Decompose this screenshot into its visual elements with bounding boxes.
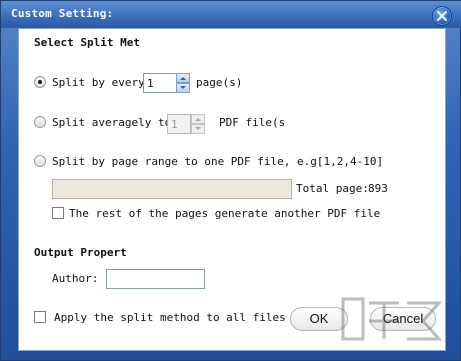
split-averagely-unit: PDF file(s bbox=[219, 116, 286, 129]
total-pages-label: Total page: bbox=[296, 182, 369, 195]
split-averagely-label: Split averagely to bbox=[52, 116, 172, 129]
apply-all-checkbox[interactable] bbox=[34, 311, 46, 323]
window-title: Custom Setting: bbox=[11, 7, 114, 20]
page-range-input[interactable] bbox=[52, 179, 292, 199]
rest-pages-checkbox[interactable] bbox=[52, 207, 64, 219]
spin-down-icon bbox=[195, 127, 201, 130]
spin-up-icon bbox=[195, 118, 201, 121]
spin-up-icon bbox=[180, 77, 186, 80]
spin-down-button[interactable] bbox=[176, 83, 190, 93]
split-every-unit: page(s) bbox=[196, 76, 243, 89]
split-every-input[interactable] bbox=[143, 73, 177, 93]
author-label: Author: bbox=[52, 272, 99, 285]
spin-up-button[interactable] bbox=[191, 114, 205, 124]
split-every-label: Split by every bbox=[52, 76, 145, 89]
split-method-heading: Select Split Met bbox=[34, 36, 140, 49]
close-icon bbox=[437, 11, 447, 21]
watermark-logo-icon bbox=[341, 297, 443, 341]
split-every-radio[interactable] bbox=[34, 76, 46, 88]
title-bar: Custom Setting: bbox=[1, 1, 461, 28]
close-button[interactable] bbox=[432, 6, 452, 26]
split-averagely-radio[interactable] bbox=[34, 116, 46, 128]
split-averagely-spinner[interactable] bbox=[191, 114, 205, 134]
split-every-spinner[interactable] bbox=[176, 73, 190, 93]
total-pages-value: 893 bbox=[368, 182, 388, 195]
rest-pages-label: The rest of the pages generate another P… bbox=[69, 207, 381, 220]
spin-down-icon bbox=[180, 86, 186, 89]
apply-all-label: Apply the split method to all files bbox=[54, 311, 286, 324]
output-properties-heading: Output Propert bbox=[34, 246, 127, 259]
spin-down-button[interactable] bbox=[191, 124, 205, 134]
split-averagely-input[interactable] bbox=[167, 114, 191, 134]
split-range-radio[interactable] bbox=[34, 155, 46, 167]
split-range-label: Split by page range to one PDF file, e.g… bbox=[52, 155, 384, 168]
spin-up-button[interactable] bbox=[176, 73, 190, 83]
author-input[interactable] bbox=[106, 269, 205, 289]
custom-setting-dialog: Custom Setting: Select Split Met Split b… bbox=[0, 0, 461, 361]
